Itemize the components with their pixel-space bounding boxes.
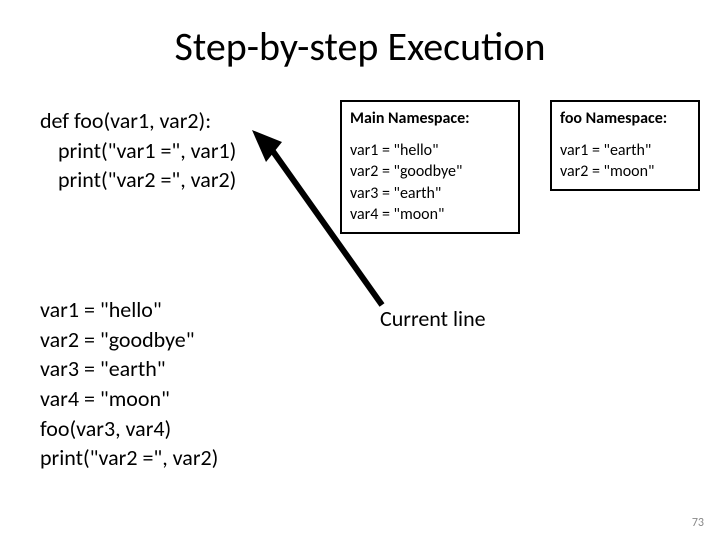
page-title: Step-by-step Execution xyxy=(0,22,720,71)
code-block-foo-def: def foo(var1, var2): print("var1 =", var… xyxy=(40,106,236,195)
code-block-main: var1 = "hello" var2 = "goodbye" var3 = "… xyxy=(40,295,218,473)
code-line: def foo(var1, var2): xyxy=(40,106,236,136)
namespace-header: Main Namespace: xyxy=(350,108,510,130)
code-line: print("var1 =", var1) xyxy=(40,136,236,166)
namespace-box-foo: foo Namespace: var1 = "earth" var2 = "mo… xyxy=(550,100,700,191)
namespace-entry: var1 = "earth" xyxy=(560,140,690,162)
code-line: var3 = "earth" xyxy=(40,354,218,384)
code-line: var1 = "hello" xyxy=(40,295,218,325)
namespace-entry: var2 = "goodbye" xyxy=(350,161,510,183)
namespace-entry: var1 = "hello" xyxy=(350,140,510,162)
code-line: print("var2 =", var2) xyxy=(40,443,218,473)
page-number: 73 xyxy=(692,516,704,530)
code-line: print("var2 =", var2) xyxy=(40,165,236,195)
namespace-box-main: Main Namespace: var1 = "hello" var2 = "g… xyxy=(340,100,520,234)
code-line: foo(var3, var4) xyxy=(40,414,218,444)
code-line: var2 = "goodbye" xyxy=(40,325,218,355)
code-line: var4 = "moon" xyxy=(40,384,218,414)
namespace-entry: var3 = "earth" xyxy=(350,183,510,205)
namespace-entry: var2 = "moon" xyxy=(560,161,690,183)
namespace-header: foo Namespace: xyxy=(560,108,690,130)
slide: Step-by-step Execution def foo(var1, var… xyxy=(0,0,720,540)
namespace-entry: var4 = "moon" xyxy=(350,204,510,226)
current-line-label: Current line xyxy=(380,305,486,332)
